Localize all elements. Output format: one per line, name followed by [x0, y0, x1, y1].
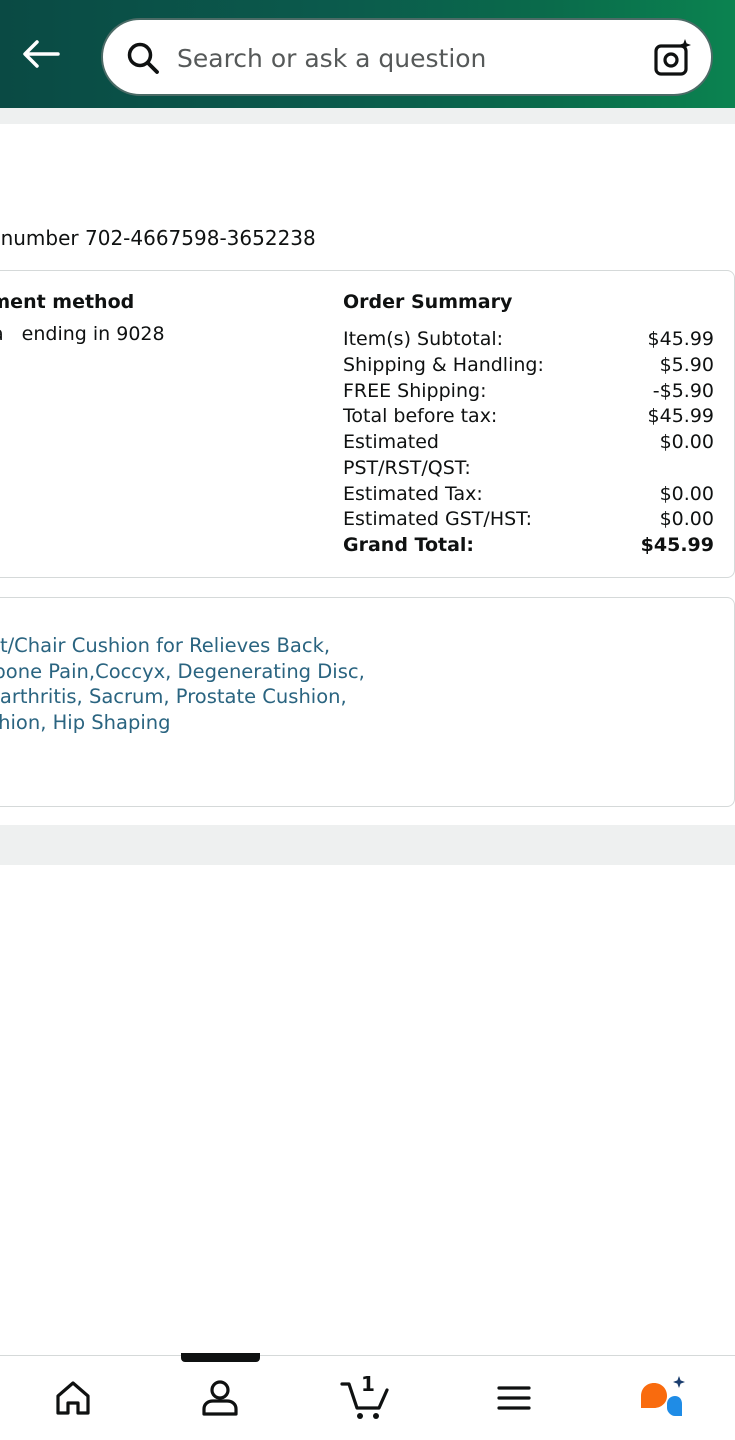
section-divider — [0, 825, 735, 865]
summary-label: Estimated GST/HST: — [343, 508, 533, 530]
nav-account[interactable] — [190, 1370, 250, 1426]
back-arrow-icon — [23, 40, 60, 68]
summary-value: $45.99 — [647, 328, 714, 350]
product-title-line: shion, Hip Shaping — [0, 710, 171, 734]
summary-row-grand-total: Grand Total: $45.99 — [343, 533, 714, 559]
product-title-line: at/Chair Cushion for Relieves Back, — [0, 634, 331, 657]
summary-label: FREE Shipping: — [343, 380, 487, 402]
card-brand-fragment: a — [0, 323, 4, 345]
search-bar[interactable] — [101, 18, 713, 96]
nav-home[interactable] — [43, 1370, 103, 1426]
product-title-line: lbone Pain,Coccyx, Degenerating Disc, — [0, 659, 365, 683]
summary-row-subtotal: Item(s) Subtotal: $45.99 — [343, 327, 714, 353]
nav-cart[interactable]: 1 — [336, 1370, 396, 1426]
summary-value: $0.00 — [659, 483, 714, 505]
search-input[interactable] — [177, 38, 637, 78]
summary-value: $45.99 — [640, 534, 714, 556]
summary-label: Grand Total: — [343, 534, 475, 556]
section-divider — [0, 108, 735, 124]
account-icon — [202, 1380, 238, 1416]
summary-label: Item(s) Subtotal: — [343, 328, 504, 350]
summary-value: -$5.90 — [652, 380, 714, 402]
camera-search-icon[interactable] — [653, 38, 693, 78]
nav-rufus[interactable] — [632, 1370, 692, 1426]
summary-row-free-shipping: FREE Shipping: -$5.90 — [343, 379, 714, 405]
summary-row-gst: Estimated GST/HST: $0.00 — [343, 507, 714, 533]
rufus-assistant-icon — [641, 1376, 685, 1416]
summary-value: $0.00 — [659, 508, 714, 530]
cart-count-badge: 1 — [361, 1372, 375, 1396]
summary-label: Shipping & Handling: — [343, 354, 544, 376]
payment-card-line: a ending in 9028 — [0, 323, 165, 345]
summary-row-shipping: Shipping & Handling: $5.90 — [343, 353, 714, 379]
order-number: r number 702-4667598-3652238 — [0, 226, 316, 250]
card-ending: ending in 9028 — [21, 323, 165, 345]
top-header — [0, 0, 735, 108]
product-title-link[interactable]: at/Chair Cushion for Relieves Back, lbon… — [0, 633, 368, 735]
search-icon — [127, 42, 159, 74]
product-title-line: oarthritis, Sacrum, Prostate Cushion, — [0, 685, 347, 708]
back-button[interactable] — [18, 34, 62, 74]
summary-row-estimated-tax: Estimated Tax: $0.00 — [343, 482, 714, 508]
summary-row-total-before-tax: Total before tax: $45.99 — [343, 404, 714, 430]
summary-value: $45.99 — [647, 405, 714, 427]
active-tab-indicator — [181, 1353, 260, 1362]
nav-menu[interactable] — [484, 1370, 544, 1426]
summary-label: Estimated PST/RST/QST: — [343, 431, 471, 479]
order-summary-title: Order Summary — [343, 291, 513, 313]
summary-value: $5.90 — [659, 354, 714, 376]
payment-method-title: yment method — [0, 291, 135, 313]
summary-row-pst: Estimated PST/RST/QST: $0.00 — [343, 430, 714, 482]
summary-label: Estimated Tax: — [343, 483, 483, 505]
summary-value: $0.00 — [659, 431, 714, 453]
home-icon — [56, 1381, 90, 1415]
menu-icon — [497, 1386, 531, 1410]
summary-label: Total before tax: — [343, 405, 498, 427]
